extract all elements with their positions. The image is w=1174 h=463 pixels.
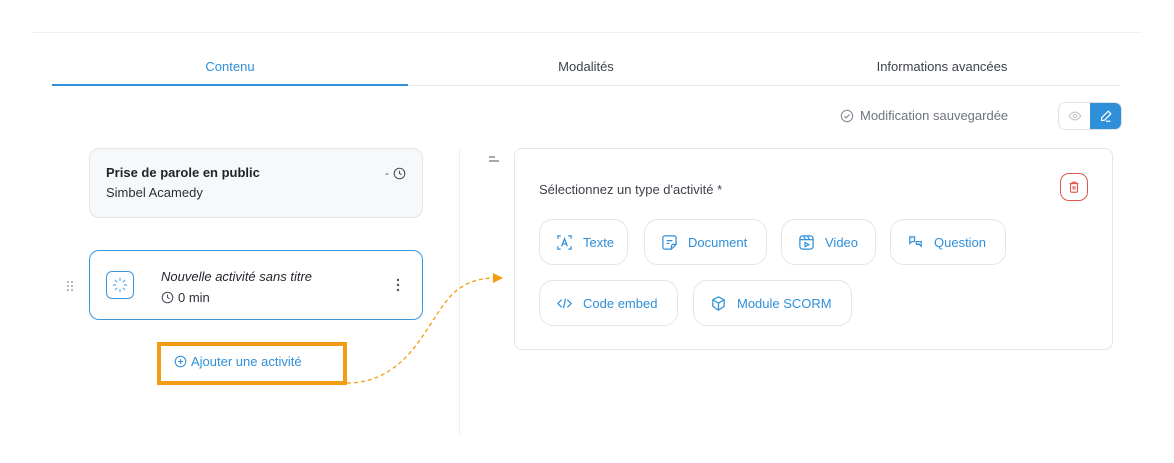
preview-mode-button[interactable] <box>1059 103 1090 129</box>
type-texte-label: Texte <box>583 234 615 250</box>
activity-type-placeholder <box>106 271 134 299</box>
question-icon <box>909 235 922 248</box>
type-module-scorm-button[interactable]: Module SCORM <box>693 280 852 326</box>
activity-type-label: Sélectionnez un type d'activité * <box>539 182 723 197</box>
delete-activity-button[interactable] <box>1060 173 1088 201</box>
type-code-embed-label: Code embed <box>583 295 658 311</box>
tab-bar: Contenu Modalités Informations avancées <box>52 52 1120 86</box>
type-code-embed-button[interactable]: Code embed <box>539 280 678 326</box>
course-organization: Simbel Acamedy <box>106 185 203 200</box>
add-activity-button[interactable]: Ajouter une activité <box>174 354 302 369</box>
course-duration-value: - <box>385 166 389 180</box>
tab-modalites[interactable]: Modalités <box>408 52 764 85</box>
save-status-text: Modification sauvegardée <box>860 108 1009 123</box>
type-module-scorm-label: Module SCORM <box>737 295 832 311</box>
type-document-button[interactable]: Document <box>644 219 767 265</box>
activity-type-panel: Sélectionnez un type d'activité * Texte … <box>514 148 1113 350</box>
tab-informations-avancees[interactable]: Informations avancées <box>764 52 1120 85</box>
add-activity-label: Ajouter une activité <box>191 354 302 369</box>
clock-icon <box>393 167 406 179</box>
edit-mode-button[interactable] <box>1090 103 1121 129</box>
eye-icon <box>1068 111 1081 121</box>
save-status: Modification sauvegardée <box>840 108 1008 123</box>
activity-duration: 0 min <box>161 290 210 305</box>
connector-arrow <box>346 273 503 384</box>
drag-handle-icon[interactable] <box>66 280 74 292</box>
type-document-label: Document <box>688 234 748 250</box>
document-icon <box>662 234 677 250</box>
check-circle-icon <box>840 109 854 122</box>
loading-icon <box>112 277 128 293</box>
text-icon <box>557 234 572 250</box>
plus-circle-icon <box>174 355 187 368</box>
type-video-label: Video <box>825 234 859 250</box>
course-duration: - <box>385 166 406 180</box>
type-video-button[interactable]: Video <box>781 219 876 265</box>
package-icon <box>712 295 725 311</box>
type-question-label: Question <box>934 234 987 250</box>
view-mode-toggle <box>1058 102 1122 130</box>
video-icon <box>799 234 814 250</box>
pencil-icon <box>1100 110 1112 122</box>
collapse-panel-icon[interactable] <box>488 155 500 165</box>
code-icon <box>557 298 572 308</box>
trash-icon <box>1069 181 1079 193</box>
activity-duration-value: 0 min <box>178 290 210 305</box>
course-card[interactable]: Prise de parole en public Simbel Acamedy… <box>89 148 423 218</box>
course-title: Prise de parole en public <box>106 165 260 180</box>
activity-title: Nouvelle activité sans titre <box>161 269 313 284</box>
type-question-button[interactable]: Question <box>890 219 1006 265</box>
type-texte-button[interactable]: Texte <box>539 219 628 265</box>
tab-contenu[interactable]: Contenu <box>52 52 408 86</box>
top-divider <box>32 32 1142 33</box>
clock-icon <box>161 291 174 304</box>
